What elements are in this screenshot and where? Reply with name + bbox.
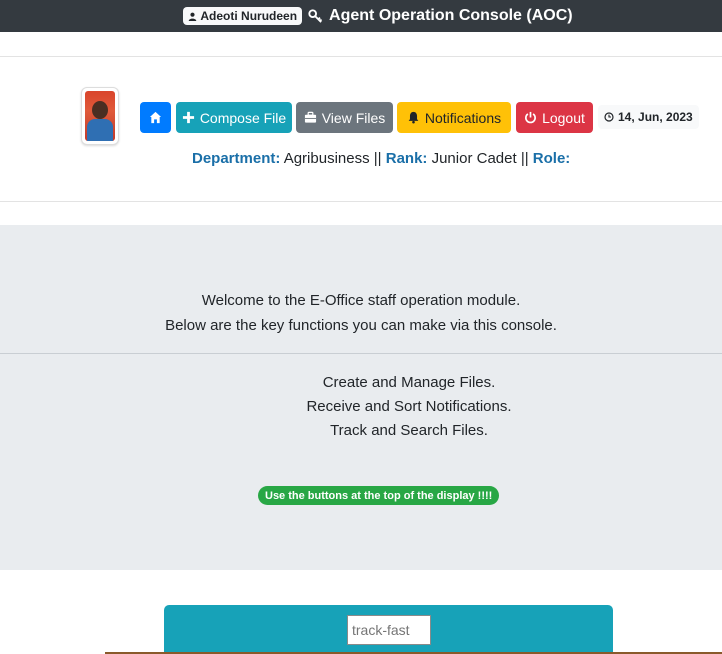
divider-profile: [0, 201, 722, 202]
profile-info-line: Department: Agribusiness || Rank: Junior…: [192, 150, 570, 167]
header-content: Adeoti Nurudeen Agent Operation Console …: [183, 7, 573, 25]
logout-button[interactable]: Logout: [516, 102, 593, 133]
home-button[interactable]: [140, 102, 171, 133]
clock-icon: [604, 112, 614, 122]
function-item: Receive and Sort Notifications.: [306, 398, 512, 415]
user-icon: [189, 12, 197, 21]
welcome-divider: [0, 353, 722, 354]
bell-icon: [408, 111, 419, 124]
notifications-button[interactable]: Notifications: [397, 102, 511, 133]
function-item: Track and Search Files.: [330, 422, 488, 439]
power-icon: [525, 111, 537, 124]
department-label: Department:: [192, 150, 281, 167]
avatar-photo: [85, 91, 115, 141]
avatar: [81, 87, 119, 145]
key-icon: [308, 8, 323, 23]
user-name: Adeoti Nurudeen: [200, 9, 298, 23]
compose-file-label: Compose File: [199, 109, 287, 126]
role-label: Role:: [532, 150, 571, 167]
welcome-line-1: Welcome to the E-Office staff operation …: [201, 292, 521, 309]
divider-top: [0, 56, 722, 57]
separator: ||: [373, 150, 382, 167]
track-search-bar: [164, 605, 613, 654]
plus-icon: [182, 111, 194, 124]
notifications-label: Notifications: [424, 109, 502, 126]
rank-label: Rank:: [385, 150, 428, 167]
department-value: Agribusiness: [283, 150, 370, 167]
view-files-button[interactable]: View Files: [296, 102, 393, 133]
track-search-input[interactable]: [347, 615, 431, 645]
logout-label: Logout: [542, 109, 585, 126]
top-header-bar: Adeoti Nurudeen Agent Operation Console …: [0, 0, 722, 32]
welcome-panel: Welcome to the E-Office staff operation …: [0, 225, 722, 570]
rank-value: Junior Cadet: [431, 150, 517, 167]
home-icon: [149, 111, 162, 124]
user-badge: Adeoti Nurudeen: [183, 7, 303, 25]
console-title: Agent Operation Console (AOC): [329, 7, 573, 24]
welcome-line-2: Below are the key functions you can make…: [165, 317, 557, 334]
current-date: 14, Jun, 2023: [618, 110, 693, 124]
function-item: Create and Manage Files.: [322, 374, 496, 391]
date-badge: 14, Jun, 2023: [598, 105, 699, 129]
separator: ||: [520, 150, 529, 167]
view-files-label: View Files: [321, 109, 386, 126]
briefcase-icon: [304, 111, 316, 123]
compose-file-button[interactable]: Compose File: [176, 102, 292, 133]
hint-badge: Use the buttons at the top of the displa…: [258, 486, 500, 505]
